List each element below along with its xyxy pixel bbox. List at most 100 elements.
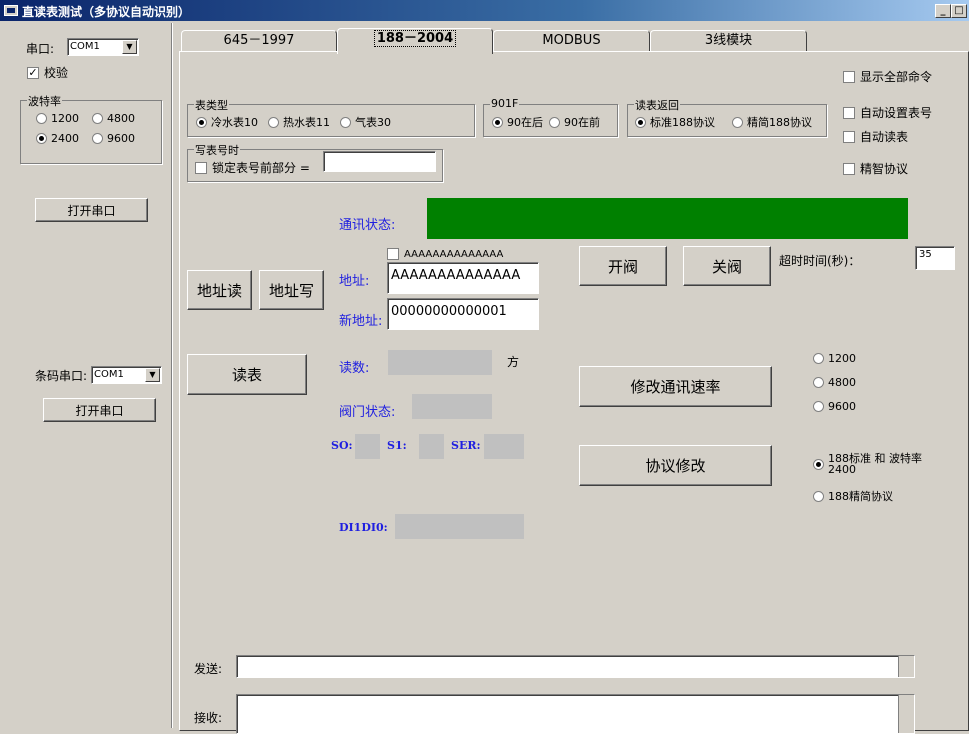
ser-box [484,434,524,459]
radio-label: 90在后 [507,116,543,129]
minimize-button[interactable]: _ [935,4,951,18]
protocol-simple-radio[interactable]: 188精简协议 [813,488,893,504]
radio-label: 冷水表10 [211,116,258,129]
baud-group-label: 波特率 [27,93,62,109]
receive-textarea[interactable] [236,694,915,734]
tab-label: 188－2004 [373,30,457,47]
group-label: 读表返回 [634,97,680,113]
radio-label: 气表30 [355,116,391,129]
new-address-label: 新地址: [339,314,383,329]
s1-box [419,434,444,459]
tab-label: 3线模块 [704,33,753,48]
read-meter-button[interactable]: 读表 [187,354,307,395]
port-combo[interactable]: COM1 ▼ [67,38,139,56]
radio-label: 热水表11 [283,116,330,129]
open-valve-button[interactable]: 开阀 [579,246,667,286]
rate-radio-9600[interactable]: 9600 [813,400,856,413]
radio-label: 90在前 [564,116,600,129]
radio-label: 4800 [828,376,856,389]
valve-status-label: 阀门状态: [339,405,396,420]
close-valve-button[interactable]: 关阀 [683,246,771,286]
checkbox-label: 自动读表 [860,130,909,144]
group-label: 表类型 [194,97,229,113]
lock-meter-prefix-checkbox[interactable]: 锁定表号前部分 = [195,159,310,176]
tab-modbus[interactable]: MODBUS [493,30,650,52]
send-input[interactable] [236,655,915,678]
f901-before-radio[interactable]: 90在前 [549,114,600,130]
tab-645-1997[interactable]: 645－1997 [181,30,337,52]
meter-type-hot-water-radio[interactable]: 热水表11 [268,114,330,130]
port-value: COM1 [70,41,100,52]
tab-label: 645－1997 [223,33,295,48]
group-label: 901F [490,97,520,110]
read-return-standard-radio[interactable]: 标准188协议 [635,114,715,130]
app-icon [4,5,18,16]
radio-label: 1200 [828,352,856,365]
comm-status-indicator [427,198,908,239]
timeout-input[interactable]: 35 [915,246,955,270]
baud-radio-1200[interactable]: 1200 [36,112,79,125]
chevron-down-icon[interactable]: ▼ [145,368,160,382]
di-label: DI1DI0: [339,521,388,534]
modify-protocol-button[interactable]: 协议修改 [579,445,772,486]
baud-radio-9600[interactable]: 9600 [92,132,135,145]
address-write-button[interactable]: 地址写 [259,270,324,310]
receive-scrollbar[interactable] [898,695,914,733]
timeout-label: 超时时间(秒)： [779,254,861,268]
barcode-port-label: 条码串口: [35,369,88,383]
di-value-box [395,514,524,539]
open-port-button[interactable]: 打开串口 [35,198,148,222]
address-read-button[interactable]: 地址读 [187,270,252,310]
tab-188-2004[interactable]: 188－2004 [337,28,493,54]
rate-radio-4800[interactable]: 4800 [813,376,856,389]
radio-label: 精简188协议 [747,116,812,129]
check-icon: ✓ [27,65,39,79]
maximize-button[interactable]: □ [951,4,967,18]
auto-set-meter-checkbox[interactable]: 自动设置表号 [843,104,932,121]
show-all-commands-checkbox[interactable]: 显示全部命令 [843,68,932,85]
read-return-simple-radio[interactable]: 精简188协议 [732,114,812,130]
reading-label: 读数: [339,361,370,376]
send-label: 发送: [194,662,223,676]
window-title: 直读表测试（多协议自动识别） [22,5,191,19]
address-input[interactable]: AAAAAAAAAAAAAA [387,262,539,294]
auto-read-checkbox[interactable]: 自动读表 [843,128,908,145]
open-barcode-port-button[interactable]: 打开串口 [43,398,156,422]
baud-label: 9600 [107,132,135,145]
smart-protocol-checkbox[interactable]: 精智协议 [843,160,908,177]
baud-label: 2400 [51,132,79,145]
reading-unit: 方 [507,355,520,369]
pane-divider [171,23,173,728]
s0-box [355,434,380,459]
tab-label: MODBUS [542,33,601,48]
send-scrollbar[interactable] [898,656,914,677]
radio-label: 标准188协议 [650,116,715,129]
new-address-input[interactable]: 00000000000001 [387,298,539,330]
baud-radio-2400[interactable]: 2400 [36,132,79,145]
checkbox-label: 锁定表号前部分 = [212,161,310,175]
meter-type-gas-radio[interactable]: 气表30 [340,114,391,130]
modify-rate-button[interactable]: 修改通讯速率 [579,366,772,407]
baud-label: 4800 [107,112,135,125]
checkbox-label: 显示全部命令 [860,70,933,84]
valve-status-box [412,394,492,419]
tab-3wire-module[interactable]: 3线模块 [650,30,807,52]
checkbox-label: 精智协议 [860,162,909,176]
meter-type-cold-water-radio[interactable]: 冷水表10 [196,114,258,130]
baud-label: 1200 [51,112,79,125]
verify-checkbox[interactable]: ✓ 校验 [27,64,68,81]
meter-prefix-input[interactable] [323,151,436,172]
checkbox-label: 自动设置表号 [860,106,933,120]
protocol-standard-radio[interactable]: 188标准 和 波特率2400 [813,453,936,475]
f901-after-radio[interactable]: 90在后 [492,114,543,130]
baud-radio-4800[interactable]: 4800 [92,112,135,125]
address-broadcast-checkbox[interactable]: AAAAAAAAAAAAAA [387,248,503,260]
ser-label: SER: [451,439,481,452]
s0-label: SO: [331,439,353,452]
rate-radio-1200[interactable]: 1200 [813,352,856,365]
chevron-down-icon[interactable]: ▼ [122,40,137,54]
barcode-port-value: COM1 [94,369,124,380]
verify-label: 校验 [44,66,69,80]
radio-label: 9600 [828,400,856,413]
barcode-port-combo[interactable]: COM1 ▼ [91,366,162,384]
